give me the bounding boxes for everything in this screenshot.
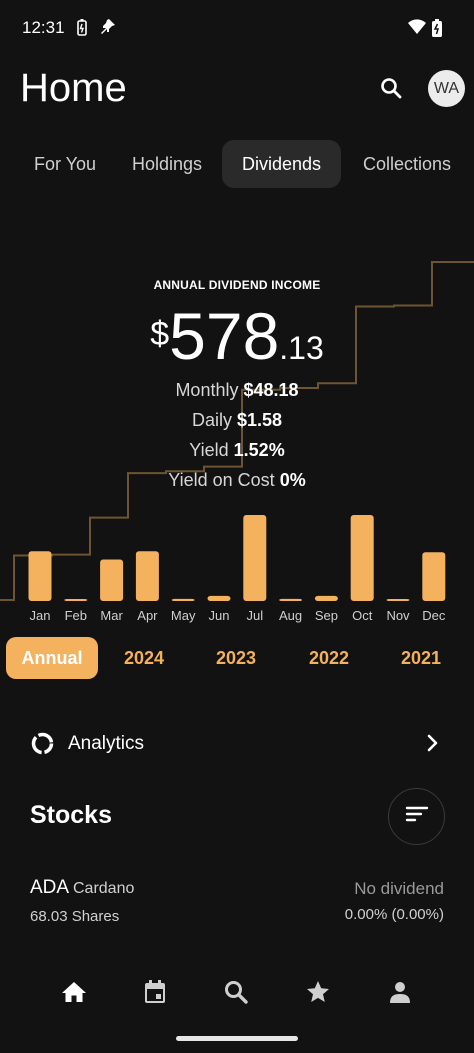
x-tick-label: Oct: [352, 608, 373, 623]
stock-name: Cardano: [73, 880, 135, 897]
bar-sep[interactable]: [314, 595, 338, 601]
amount-whole: 578: [169, 299, 280, 373]
yield-on-cost-stat: Yield on Cost 0%: [0, 470, 474, 491]
analytics-row[interactable]: Analytics: [0, 720, 474, 768]
sort-button[interactable]: [388, 788, 445, 845]
annual-income-amount: $578.13: [0, 298, 474, 374]
bar-dec[interactable]: [422, 552, 446, 601]
dividend-status: No dividend: [354, 879, 444, 898]
bar-jul[interactable]: [243, 515, 267, 601]
person-icon: [388, 980, 412, 1009]
x-tick-label: Apr: [137, 608, 158, 623]
page-title: Home: [20, 66, 127, 110]
period-2023[interactable]: 2023: [204, 637, 268, 679]
search-icon: [379, 76, 403, 105]
tab-dividends[interactable]: Dividends: [222, 140, 341, 188]
bar-mar[interactable]: [100, 559, 124, 601]
battery-saver-icon: [77, 18, 87, 41]
period-selector: Annual 2024 2023 2022 2021: [0, 637, 474, 679]
annual-income-label: ANNUAL DIVIDEND INCOME: [153, 278, 321, 292]
yield-stat: Yield 1.52%: [0, 440, 474, 461]
nav-home[interactable]: [58, 978, 90, 1010]
bar-aug[interactable]: [279, 598, 303, 601]
status-time: 12:31: [22, 18, 65, 37]
yield-value: 1.52%: [233, 440, 285, 460]
period-2021[interactable]: 2021: [389, 637, 453, 679]
x-tick-label: Aug: [279, 608, 302, 623]
x-tick-label: Mar: [100, 608, 123, 623]
daily-label: Daily: [191, 410, 232, 430]
monthly-stat: Monthly $48.18: [0, 380, 474, 401]
x-tick-label: Jul: [246, 608, 263, 623]
stocks-heading: Stocks: [30, 801, 112, 829]
tab-for-you[interactable]: For You: [22, 140, 108, 188]
stock-ticker: ADA: [30, 877, 70, 898]
search-button[interactable]: [373, 72, 409, 108]
x-tick-label: Jan: [30, 608, 51, 623]
monthly-value: $48.18: [243, 380, 299, 400]
yield-on-cost-label: Yield on Cost: [168, 470, 275, 490]
nav-calendar[interactable]: [139, 978, 171, 1010]
tab-holdings[interactable]: Holdings: [118, 140, 216, 188]
monthly-label: Monthly: [175, 380, 239, 400]
search-icon: [223, 979, 249, 1010]
x-tick-label: Jun: [209, 608, 230, 623]
period-2022[interactable]: 2022: [297, 637, 361, 679]
stock-shares: 68.03 Shares: [30, 908, 120, 925]
wifi-icon: [407, 18, 427, 41]
x-tick-label: Nov: [386, 608, 410, 623]
donut-chart-icon: [30, 731, 55, 761]
sort-icon: [405, 804, 429, 829]
tab-bar: For You Holdings Dividends Collections: [0, 140, 474, 188]
daily-stat: Daily $1.58: [0, 410, 474, 431]
avatar[interactable]: WA: [428, 70, 465, 107]
yield-label: Yield: [189, 440, 229, 460]
bar-oct[interactable]: [350, 515, 374, 601]
pin-icon: [100, 18, 116, 41]
x-tick-label: Dec: [422, 608, 446, 623]
bar-jun[interactable]: [207, 595, 231, 601]
stock-row[interactable]: ADA Cardano 68.03 Shares No dividend 0.0…: [0, 872, 474, 932]
x-tick-label: Sep: [315, 608, 338, 623]
period-annual[interactable]: Annual: [6, 637, 98, 679]
dividend-yield: 0.00% (0.00%): [344, 906, 444, 923]
yield-on-cost-value: 0%: [279, 470, 306, 490]
home-indicator: [176, 1036, 298, 1041]
bar-may[interactable]: [171, 598, 195, 601]
chevron-right-icon: [422, 732, 442, 759]
bottom-nav: [0, 966, 474, 1022]
analytics-label: Analytics: [68, 733, 145, 754]
calendar-icon: [143, 979, 167, 1010]
x-tick-label: May: [171, 608, 196, 623]
nav-watchlist[interactable]: [302, 978, 334, 1010]
battery-icon: [431, 18, 443, 43]
nav-search[interactable]: [220, 978, 252, 1010]
home-icon: [61, 980, 87, 1009]
bar-apr[interactable]: [135, 551, 159, 601]
daily-value: $1.58: [236, 410, 283, 430]
x-tick-label: Feb: [65, 608, 87, 623]
currency-symbol: $: [150, 315, 170, 353]
status-bar: 12:31: [0, 0, 474, 56]
nav-profile[interactable]: [384, 978, 416, 1010]
tab-collections[interactable]: Collections: [350, 140, 464, 188]
bar-nov[interactable]: [386, 599, 410, 601]
star-icon: [305, 979, 331, 1010]
amount-fraction: .13: [279, 330, 324, 366]
period-2024[interactable]: 2024: [112, 637, 176, 679]
bar-jan[interactable]: [28, 551, 52, 601]
bar-feb[interactable]: [64, 599, 88, 601]
